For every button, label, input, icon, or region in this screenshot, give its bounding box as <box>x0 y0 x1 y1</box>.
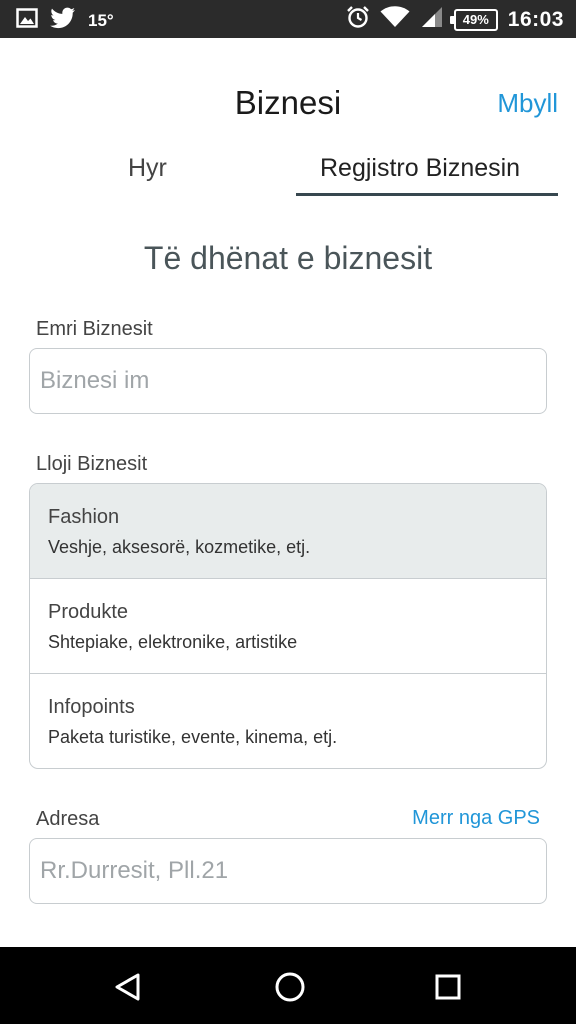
clock-time: 16:03 <box>507 7 564 31</box>
recent-apps-icon[interactable] <box>430 969 466 1005</box>
business-name-label: Emri Biznesit <box>36 318 153 340</box>
business-type-description: Paketa turistike, evente, kinema, etj. <box>48 727 338 747</box>
home-icon[interactable] <box>272 969 308 1005</box>
back-icon[interactable] <box>110 969 146 1005</box>
get-from-gps-link[interactable]: Merr nga GPS <box>412 807 540 830</box>
tab-register-business[interactable]: Regjistro Biznesin <box>320 154 520 183</box>
page-title: Biznesi <box>234 84 342 121</box>
business-type-description: Shtepiake, elektronike, artistike <box>48 632 298 652</box>
address-label: Adresa <box>36 808 100 830</box>
business-type-name: Fashion <box>48 506 120 528</box>
business-type-fashion[interactable]: Fashion Veshje, aksesorë, kozmetike, etj… <box>30 484 546 579</box>
navigation-bar <box>0 947 576 1024</box>
close-button[interactable]: Mbyll <box>497 88 558 119</box>
battery-icon: 49% <box>449 8 498 31</box>
signal-icon <box>420 5 444 34</box>
business-type-infopoints[interactable]: Infopoints Paketa turistike, evente, kin… <box>30 674 546 768</box>
active-tab-indicator <box>296 193 558 196</box>
business-type-list: Fashion Veshje, aksesorë, kozmetike, etj… <box>29 483 547 769</box>
business-type-name: Produkte <box>48 601 129 623</box>
status-bar: 15° 49% 16:03 <box>0 0 576 38</box>
business-type-produkte[interactable]: Produkte Shtepiake, elektronike, artisti… <box>30 579 546 674</box>
battery-percent: 49% <box>462 12 489 27</box>
business-name-input[interactable] <box>29 348 547 414</box>
address-input[interactable] <box>29 838 547 904</box>
section-title: Të dhënat e biznesit <box>143 240 433 276</box>
wifi-icon <box>380 6 410 33</box>
temperature-text: 15° <box>88 10 114 30</box>
gallery-icon <box>16 8 38 33</box>
status-bar-left: 15° <box>16 7 114 34</box>
twitter-icon <box>50 7 76 34</box>
business-type-name: Infopoints <box>48 696 135 718</box>
alarm-icon <box>346 5 370 34</box>
tab-login[interactable]: Hyr <box>128 154 167 183</box>
status-bar-right: 49% 16:03 <box>346 5 564 34</box>
business-type-label: Lloji Biznesit <box>36 453 148 475</box>
business-type-description: Veshje, aksesorë, kozmetike, etj. <box>48 537 311 557</box>
